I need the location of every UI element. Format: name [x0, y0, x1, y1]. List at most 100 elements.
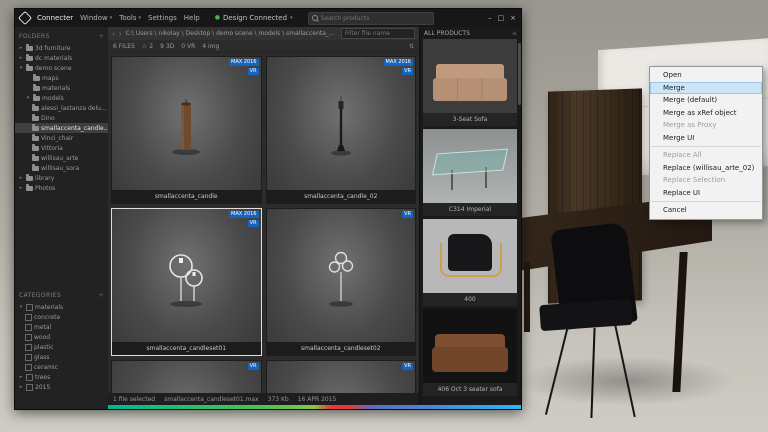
- menu-separator: [651, 146, 761, 147]
- menu-item-replace-all: Replace All: [650, 149, 762, 162]
- menu-item-merge-ui[interactable]: Merge UI: [650, 132, 762, 145]
- folder-icon: [26, 186, 33, 191]
- folder-icon: [33, 86, 40, 91]
- folder-icon: [26, 66, 33, 71]
- category-item-concrete[interactable]: concrete: [15, 312, 108, 322]
- menu-item-merge[interactable]: Merge: [650, 82, 762, 95]
- categories-header: CATEGORIES +: [15, 288, 108, 302]
- product-search[interactable]: [308, 12, 434, 25]
- folder-item-smallaccenta-candle[interactable]: smallaccenta_candle...: [15, 123, 108, 133]
- product-card-406[interactable]: 406 Oct 3 seater sofa: [423, 309, 517, 396]
- filter-vr[interactable]: 0 VR: [181, 43, 195, 50]
- chevron-right-icon: ▸: [18, 384, 24, 390]
- folder-item-willisau-arte[interactable]: willisau_arte: [15, 153, 108, 163]
- selection-status: 1 file selected: [113, 396, 155, 403]
- menu-item-merge-default[interactable]: Merge (default): [650, 94, 762, 107]
- folder-icon: [26, 176, 33, 181]
- product-card-400[interactable]: 400: [423, 219, 517, 306]
- files-count: 6 FILES: [113, 43, 135, 50]
- vr-badge: VR: [248, 363, 259, 370]
- folder-item-dino[interactable]: Dino: [15, 113, 108, 123]
- folder-item-models[interactable]: ▾ models: [15, 93, 108, 103]
- folder-icon: [32, 136, 39, 141]
- checkbox[interactable]: [25, 314, 32, 321]
- category-item-glass[interactable]: glass: [15, 352, 108, 362]
- checkbox[interactable]: [26, 374, 33, 381]
- checkbox[interactable]: [25, 324, 32, 331]
- star-icon: ☆: [142, 43, 147, 50]
- category-item-metal[interactable]: metal: [15, 322, 108, 332]
- menu-settings[interactable]: Settings: [148, 14, 177, 22]
- checkbox[interactable]: [25, 334, 32, 341]
- folder-item-dc-materials[interactable]: ▸ dc materials: [15, 53, 108, 63]
- folder-item-willisau-sora[interactable]: willisau_sora: [15, 163, 108, 173]
- design-connected-dropdown[interactable]: ● Design Connected ▾: [215, 14, 293, 22]
- sort-icon[interactable]: ⇅: [409, 43, 414, 50]
- file-tile-candle-02[interactable]: MAX 2016 VR smallaccenta_candle_02: [266, 56, 417, 204]
- checkbox[interactable]: [26, 384, 33, 391]
- folder-icon: [32, 156, 39, 161]
- chevron-down-icon: ▾: [18, 304, 24, 310]
- product-card-imperial[interactable]: C314 Imperial: [423, 129, 517, 216]
- category-item-ceramic[interactable]: ceramic: [15, 362, 108, 372]
- filter-img[interactable]: 4 img: [202, 43, 219, 50]
- file-tile-candleset01[interactable]: MAX 2016 VR smallaccenta_candleset01: [111, 208, 262, 356]
- menu-window[interactable]: Window▾: [80, 14, 112, 22]
- category-item-wood[interactable]: wood: [15, 332, 108, 342]
- category-item-plastic[interactable]: plastic: [15, 342, 108, 352]
- menu-item-replace-ui[interactable]: Replace UI: [650, 187, 762, 200]
- folder-item-demo-scene[interactable]: ▾ demo scene: [15, 63, 108, 73]
- folder-item-vinci-chair[interactable]: Vinci_chair: [15, 133, 108, 143]
- menu-tools[interactable]: Tools▾: [119, 14, 141, 22]
- back-icon[interactable]: ‹: [112, 30, 115, 38]
- close-button[interactable]: ×: [510, 14, 516, 22]
- filter-filename-box[interactable]: [341, 28, 415, 39]
- file-tile-partial[interactable]: VR: [111, 360, 262, 393]
- breadcrumb[interactable]: C:\ Users \ nikolay \ Desktop \ demo sce…: [126, 30, 337, 37]
- file-tile-partial[interactable]: VR: [266, 360, 417, 393]
- checkbox[interactable]: [25, 344, 32, 351]
- add-category-icon[interactable]: +: [99, 292, 104, 299]
- maximize-button[interactable]: □: [498, 14, 505, 22]
- checkbox[interactable]: [26, 304, 33, 311]
- menu-item-replace-willisau[interactable]: Replace (willisau_arte_02): [650, 162, 762, 175]
- category-item-trees[interactable]: ▸ trees: [15, 372, 108, 382]
- folder-item-alessi[interactable]: alessi_lastanza delu...: [15, 103, 108, 113]
- category-item-2015[interactable]: ▸ 2015: [15, 382, 108, 392]
- products-scrollbar[interactable]: [518, 43, 521, 105]
- menu-item-merge-xref[interactable]: Merge as xRef object: [650, 107, 762, 120]
- folder-item-vittoria[interactable]: Vittoria: [15, 143, 108, 153]
- chevron-down-icon: ▾: [18, 65, 24, 71]
- filter-input[interactable]: [345, 30, 411, 37]
- folder-icon: [32, 126, 39, 131]
- folder-item-maps[interactable]: maps: [15, 73, 108, 83]
- checkbox[interactable]: [25, 354, 32, 361]
- add-folder-icon[interactable]: +: [99, 33, 104, 40]
- product-thumb: [423, 129, 517, 203]
- category-item-materials[interactable]: ▾ materials: [15, 302, 108, 312]
- menu-help[interactable]: Help: [184, 14, 200, 22]
- folder-item-materials[interactable]: materials: [15, 83, 108, 93]
- chevron-down-icon: ▾: [25, 95, 31, 101]
- product-card-sofa[interactable]: 3-Seat Sofa: [423, 39, 517, 126]
- file-tile-candle[interactable]: MAX 2016 VR smallaccenta_candle: [111, 56, 262, 204]
- folder-item-photos[interactable]: ▸ Photos: [15, 183, 108, 193]
- file-name: smallaccenta_candleset01: [112, 342, 261, 355]
- filter-icon[interactable]: ≡: [512, 30, 517, 37]
- selected-filename: smallaccenta_candleset01.max: [164, 396, 259, 403]
- checkbox[interactable]: [25, 364, 32, 371]
- folder-item-library[interactable]: ▸ library: [15, 173, 108, 183]
- star-filter[interactable]: ☆ 2: [142, 43, 153, 50]
- menu-item-cancel[interactable]: Cancel: [650, 204, 762, 217]
- forward-icon[interactable]: ›: [119, 30, 122, 38]
- vr-badge: VR: [402, 363, 413, 370]
- minimize-button[interactable]: –: [488, 14, 492, 22]
- file-tile-candleset02[interactable]: VR smallaccenta_candleset02: [266, 208, 417, 356]
- search-input[interactable]: [321, 15, 430, 22]
- folder-item-3d-furniture[interactable]: ▸ 3d furniture: [15, 43, 108, 53]
- vr-badge: VR: [402, 211, 413, 218]
- menu-item-open[interactable]: Open: [650, 69, 762, 82]
- status-bar: 1 file selected smallaccenta_candleset01…: [108, 393, 419, 405]
- breadcrumb-bar: ‹ › C:\ Users \ nikolay \ Desktop \ demo…: [108, 27, 419, 40]
- filter-3d[interactable]: 9 3D: [160, 43, 174, 50]
